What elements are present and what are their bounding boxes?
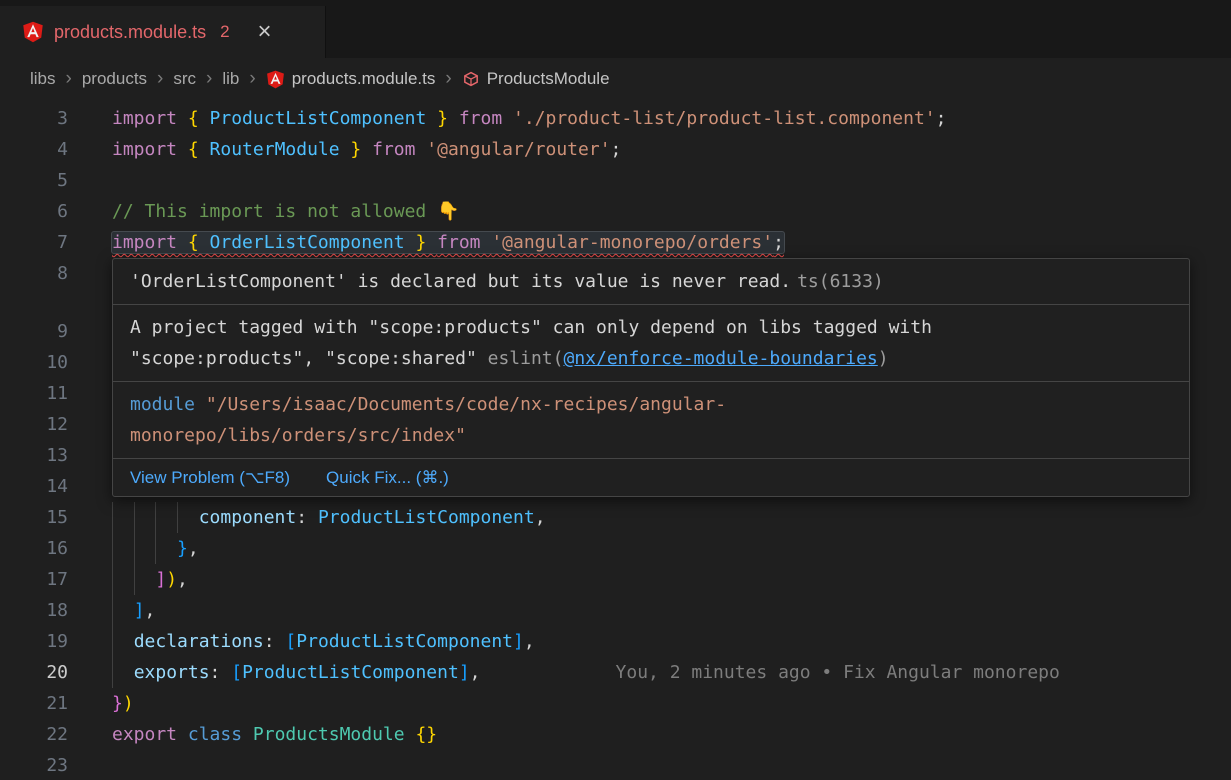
indent-guide-icon [112,595,113,626]
breadcrumb-item-products[interactable]: products [82,69,147,89]
indent-guide-icon [134,564,135,595]
line-number: 16 [0,533,68,564]
line-number: 12 [0,409,68,440]
indent-guide-icon [112,626,113,657]
breadcrumb-item-symbol[interactable]: ProductsModule [487,69,610,89]
code-content: ], [112,595,155,626]
line-number: 18 [0,595,68,626]
line-number: 14 [0,471,68,502]
git-blame-annotation: You, 2 minutes ago • Fix Angular monorep… [616,662,1060,683]
indent-guide-icon [112,564,113,595]
angular-icon [22,21,44,43]
hover-eslint-diagnostic: A project tagged with "scope:products" c… [113,304,1189,381]
module-keyword: module [130,394,206,415]
hover-action-bar: View Problem (⌥F8) Quick Fix... (⌘.) [113,458,1189,496]
chevron-right-icon: › [445,68,451,90]
hover-range-highlight: import { OrderListComponent } from '@ang… [112,232,784,253]
chevron-right-icon: › [206,68,212,90]
line-number: 8 [0,258,68,289]
line-number: 19 [0,626,68,657]
chevron-right-icon: › [157,68,163,90]
code-content: import { OrderListComponent } from '@ang… [112,227,784,258]
line-number: 7 [0,227,68,258]
code-line-15[interactable]: 15 component: ProductListComponent, [0,502,1231,533]
hover-ts-code: ts(6133) [797,271,884,292]
eslint-rule-link[interactable]: @nx/enforce-module-boundaries [563,348,877,369]
line-number: 20 [0,657,68,688]
code-line-19[interactable]: 19 declarations: [ProductListComponent], [0,626,1231,657]
breadcrumb-item-file[interactable]: products.module.ts [292,69,436,89]
chevron-right-icon: › [249,68,255,90]
code-line-21[interactable]: 21}) [0,688,1231,719]
code-line-5[interactable]: 5 [0,165,1231,196]
line-number: 11 [0,378,68,409]
view-problem-button[interactable]: View Problem (⌥F8) [130,464,290,491]
indent-guide-icon [112,533,113,564]
line-number: 15 [0,502,68,533]
breadcrumb: libs › products › src › lib › products.m… [0,58,1231,100]
tab-filename: products.module.ts [54,22,206,43]
module-path-line2: monorepo/libs/orders/src/index" [130,425,466,446]
code-content: }, [112,533,199,564]
code-content: exports: [ProductListComponent],You, 2 m… [112,657,1060,688]
tab-products-module[interactable]: products.module.ts 2 × [0,6,326,58]
indent-guide-icon [155,533,156,564]
line-number: 6 [0,196,68,227]
diagnostics-hover-popup: 'OrderListComponent' is declared but its… [112,258,1190,497]
line-number: 23 [0,750,68,780]
indent-guide-icon [134,502,135,533]
code-content: component: ProductListComponent, [112,502,546,533]
code-content: declarations: [ProductListComponent], [112,626,535,657]
indent-guide-icon [177,502,178,533]
code-line-22[interactable]: 22 export class ProductsModule {} [0,719,1231,750]
hover-eslint-line2: "scope:products", "scope:shared" eslint(… [130,343,1172,374]
code-content: }) [112,688,134,719]
code-line-20[interactable]: 20 exports: [ProductListComponent],You, … [0,657,1231,688]
hover-ts-message: 'OrderListComponent' is declared but its… [130,271,791,292]
symbol-module-icon [462,70,480,88]
indent-guide-icon [134,533,135,564]
indent-guide-icon [112,657,113,688]
line-number: 3 [0,103,68,134]
code-editor: 3 import { ProductListComponent } from '.… [0,100,1231,780]
chevron-right-icon: › [66,68,72,90]
line-number: 10 [0,347,68,378]
line-number: 17 [0,564,68,595]
hover-module-info: module "/Users/isaac/Documents/code/nx-r… [113,381,1189,458]
breadcrumb-item-lib[interactable]: lib [222,69,239,89]
line-number: 9 [0,316,68,347]
module-path-line1: "/Users/isaac/Documents/code/nx-recipes/… [206,394,726,415]
code-line-16[interactable]: 16 }, [0,533,1231,564]
hover-ts-diagnostic: 'OrderListComponent' is declared but its… [113,259,1189,304]
code-line-17[interactable]: 17 ]), [0,564,1231,595]
quick-fix-button[interactable]: Quick Fix... (⌘.) [326,464,449,491]
code-content: ]), [112,564,188,595]
line-number: 13 [0,440,68,471]
line-number: 21 [0,688,68,719]
indent-guide-icon [112,502,113,533]
code-content: // This import is not allowed 👇 [112,196,460,227]
breadcrumb-item-src[interactable]: src [173,69,196,89]
breadcrumb-item-libs[interactable]: libs [30,69,56,89]
code-line-7[interactable]: 7 import { OrderListComponent } from '@an… [0,227,1231,258]
tab-problem-count: 2 [220,22,229,42]
line-number: 4 [0,134,68,165]
code-line-4[interactable]: 4 import { RouterModule } from '@angular/… [0,134,1231,165]
code-line-3[interactable]: 3 import { ProductListComponent } from '.… [0,103,1231,134]
hover-eslint-line1: A project tagged with "scope:products" c… [130,312,1172,343]
line-number: 22 [0,719,68,750]
angular-icon [266,70,285,89]
code-content: export class ProductsModule {} [112,719,437,750]
indent-guide-icon [155,502,156,533]
code-line-18[interactable]: 18 ], [0,595,1231,626]
line-number: 5 [0,165,68,196]
tab-bar: products.module.ts 2 × [0,0,1231,58]
code-line-23[interactable]: 23 [0,750,1231,780]
close-icon[interactable]: × [258,20,272,44]
code-content: import { ProductListComponent } from './… [112,103,946,134]
code-content: import { RouterModule } from '@angular/r… [112,134,621,165]
code-line-6[interactable]: 6 // This import is not allowed 👇 [0,196,1231,227]
